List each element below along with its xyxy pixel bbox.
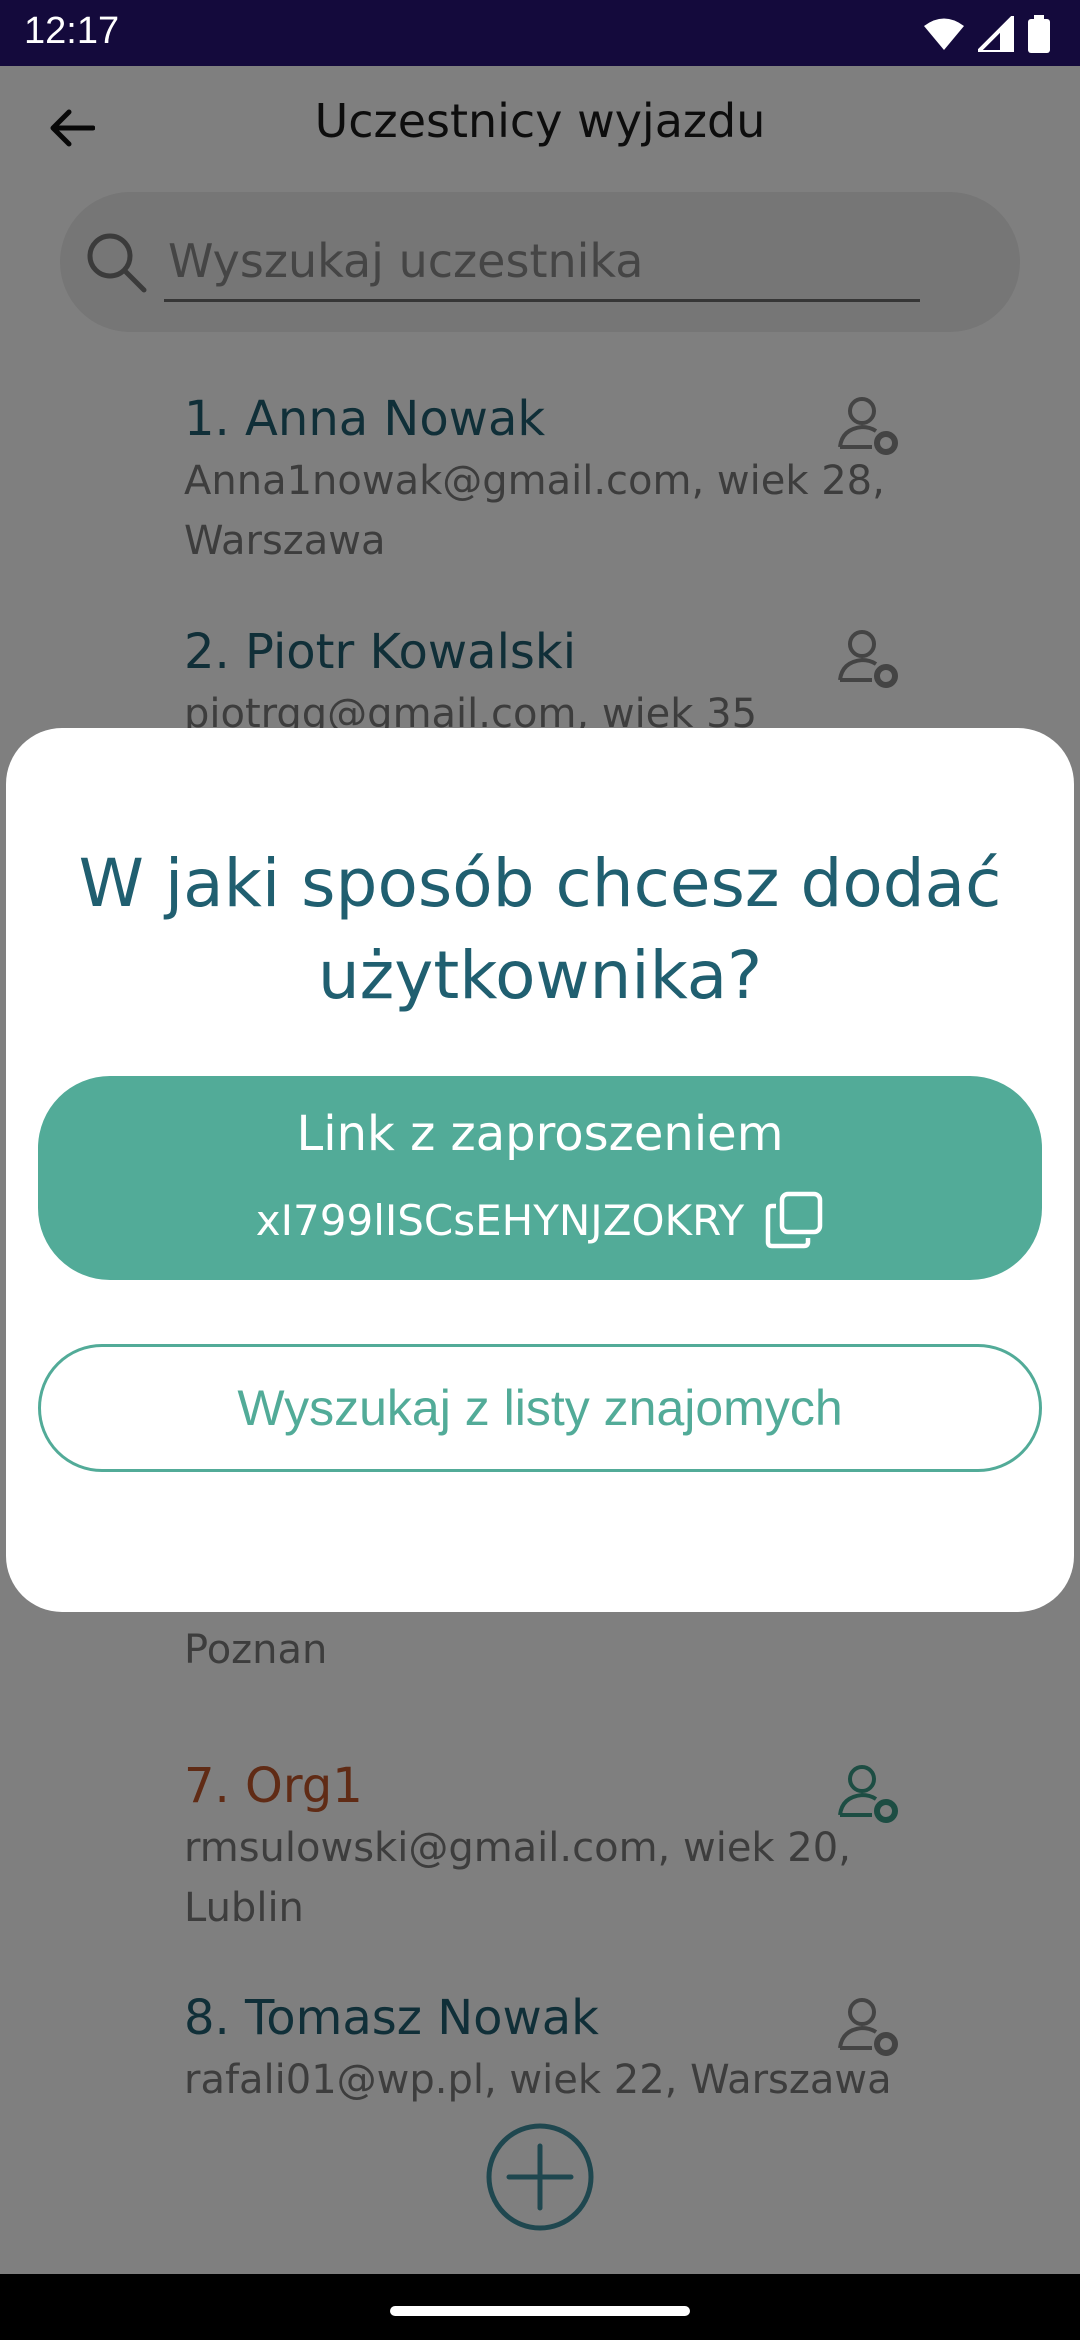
status-bar: 12:17	[0, 0, 1080, 66]
signal-icon	[978, 16, 1014, 52]
dialog-title: W jaki sposób chcesz dodać użytkownika?	[78, 845, 1002, 1014]
invite-link-button[interactable]: Link z zaproszeniem xI799lISCsEHYNJZOKRY	[38, 1076, 1042, 1280]
navigation-bar	[0, 2274, 1080, 2340]
wifi-icon	[924, 18, 964, 50]
status-time: 12:17	[24, 10, 120, 52]
invite-code-row: xI799lISCsEHYNJZOKRY	[38, 1190, 1042, 1250]
search-friends-button[interactable]: Wyszukaj z listy znajomych	[38, 1344, 1042, 1472]
copy-icon[interactable]	[764, 1190, 824, 1250]
battery-icon	[1028, 15, 1050, 53]
invite-link-label: Link z zaproszeniem	[296, 1106, 784, 1162]
status-icons	[924, 14, 1050, 54]
add-user-dialog: W jaki sposób chcesz dodać użytkownika? …	[6, 728, 1074, 1612]
invite-code: xI799lISCsEHYNJZOKRY	[255, 1195, 745, 1245]
home-handle[interactable]	[390, 2306, 690, 2316]
